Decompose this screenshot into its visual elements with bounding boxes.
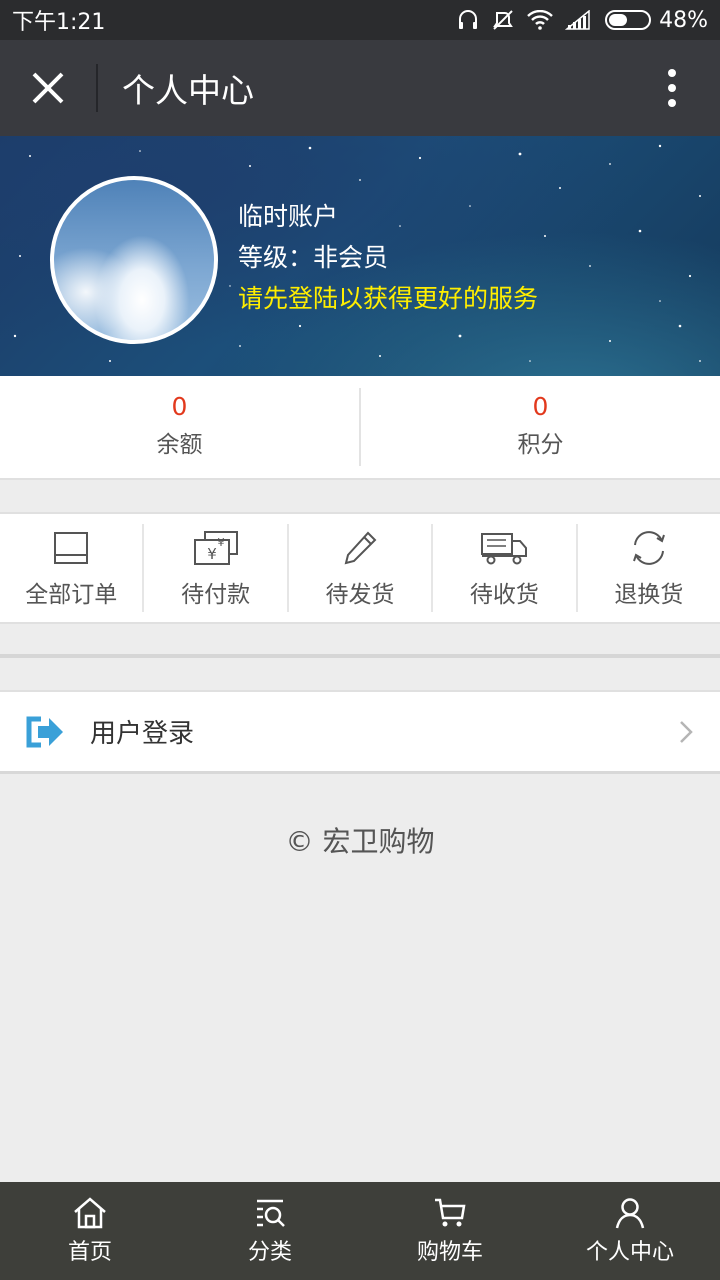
order-item-pending-payment[interactable]: ¥ ¥ 待付款	[144, 514, 286, 622]
title-divider	[96, 64, 98, 112]
return-exchange-icon	[622, 527, 676, 569]
all-orders-icon	[44, 527, 98, 569]
copyright: © 宏卫购物	[285, 825, 435, 858]
login-label: 用户登录	[90, 719, 195, 749]
bottom-tab-bar: 首页 分类 购物车 个人中心	[0, 1182, 720, 1280]
order-label: 待收货	[469, 582, 539, 608]
status-icons	[457, 9, 591, 31]
close-icon	[32, 72, 64, 104]
status-time: 下午1:21	[12, 10, 106, 35]
order-label: 退换货	[614, 582, 684, 608]
battery-percent: 48%	[659, 7, 708, 33]
pending-payment-icon: ¥ ¥	[189, 527, 243, 569]
order-label: 全部订单	[25, 582, 118, 608]
more-button[interactable]	[624, 40, 720, 136]
stats-panel: 0 余额 0 积分	[0, 376, 720, 480]
stat-value: 0	[171, 392, 188, 421]
pending-shipment-icon	[333, 527, 387, 569]
signal-icon	[565, 10, 590, 30]
tab-profile[interactable]: 个人中心	[540, 1182, 720, 1280]
order-label: 待付款	[181, 582, 251, 608]
page-title: 个人中心	[122, 71, 254, 110]
tab-cart[interactable]: 购物车	[360, 1182, 540, 1280]
stat-points[interactable]: 0 积分	[361, 376, 720, 478]
category-icon	[252, 1196, 288, 1230]
tab-category[interactable]: 分类	[180, 1182, 360, 1280]
order-item-return-exchange[interactable]: 退换货	[578, 514, 720, 622]
order-label: 待发货	[325, 582, 395, 608]
order-item-pending-receipt[interactable]: 待收货	[433, 514, 575, 622]
stat-label: 积分	[517, 432, 564, 458]
login-tip[interactable]: 请先登陆以获得更好的服务	[238, 278, 538, 319]
avatar[interactable]	[50, 176, 218, 344]
title-bar: 个人中心	[0, 40, 720, 136]
user-login-row[interactable]: 用户登录	[0, 690, 720, 774]
stat-value: 0	[532, 392, 549, 421]
more-vertical-icon	[668, 69, 676, 107]
status-bar: 下午1:21 48%	[0, 0, 720, 40]
cart-icon	[432, 1196, 468, 1230]
profile-info: 临时账户 等级：非会员 请先登陆以获得更好的服务	[238, 196, 538, 319]
tab-home[interactable]: 首页	[0, 1182, 180, 1280]
order-item-all[interactable]: 全部订单	[0, 514, 142, 622]
tab-label: 购物车	[416, 1240, 483, 1265]
chevron-right-icon	[652, 690, 720, 774]
battery-icon	[605, 10, 652, 30]
login-icon	[0, 690, 90, 774]
tab-label: 首页	[67, 1240, 112, 1265]
section-separator	[0, 654, 720, 658]
headset-icon	[459, 10, 478, 29]
profile-banner: 临时账户 等级：非会员 请先登陆以获得更好的服务	[0, 136, 720, 376]
close-button[interactable]	[0, 40, 96, 136]
pending-receipt-icon	[477, 527, 531, 569]
status-right: 48%	[457, 8, 708, 33]
order-item-pending-shipment[interactable]: 待发货	[289, 514, 431, 622]
svg-text:¥: ¥	[207, 545, 217, 563]
battery: 48%	[605, 8, 708, 33]
mute-icon	[493, 10, 513, 30]
tab-label: 分类	[247, 1240, 292, 1265]
account-level: 等级：非会员	[238, 243, 389, 272]
tab-label: 个人中心	[585, 1240, 674, 1265]
battery-fill	[609, 14, 628, 26]
orders-panel: 全部订单 ¥ ¥ 待付款 待发货 待收货 退换货	[0, 512, 720, 624]
account-name: 临时账户	[238, 202, 339, 231]
wifi-icon	[527, 10, 553, 30]
user-icon	[612, 1196, 648, 1230]
svg-text:¥: ¥	[217, 536, 224, 549]
home-icon	[72, 1196, 108, 1230]
stat-label: 余额	[156, 432, 203, 458]
stat-balance[interactable]: 0 余额	[0, 376, 359, 478]
